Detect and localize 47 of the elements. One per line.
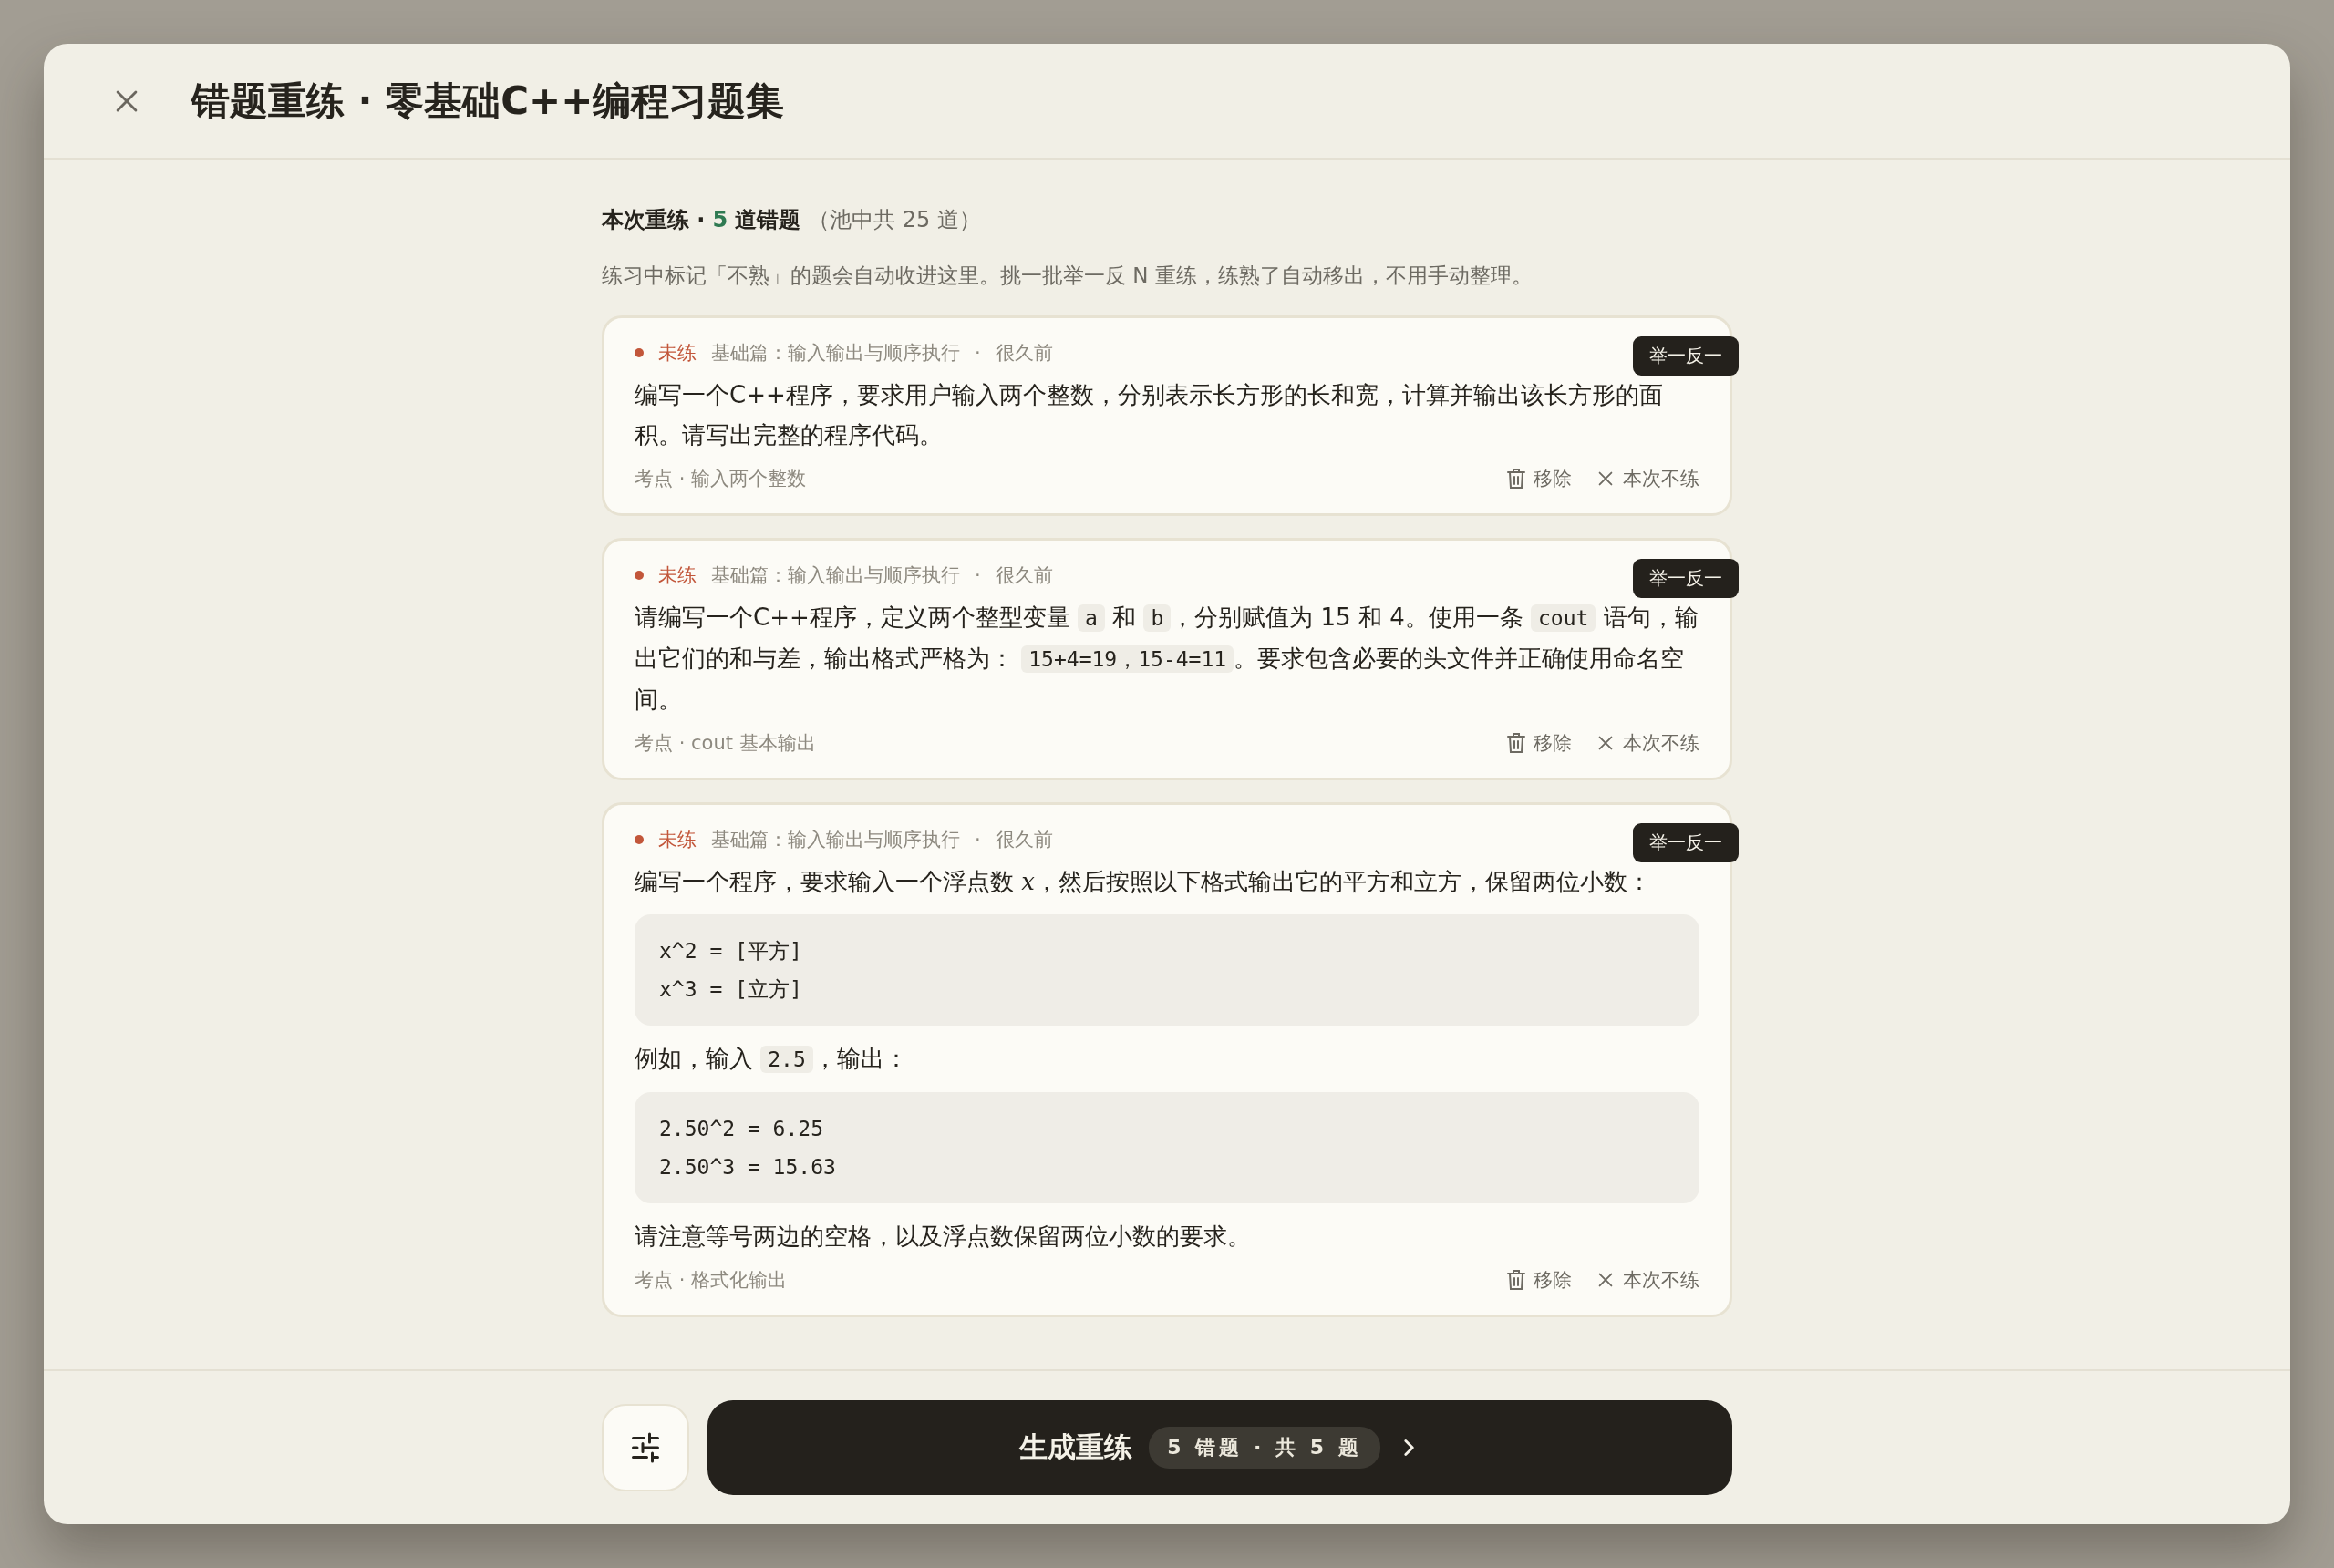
meta-separator: · bbox=[975, 829, 981, 851]
generate-button[interactable]: 生成重练 5 错题 · 共 5 题 bbox=[707, 1400, 1732, 1495]
question-text: 请注意等号两边的空格，以及浮点数保留两位小数的要求。 bbox=[635, 1222, 1252, 1252]
badge: 举一反一 bbox=[1633, 559, 1739, 598]
trash-icon bbox=[1506, 1269, 1526, 1291]
section-name: 基础篇：输入输出与顺序执行 bbox=[711, 563, 960, 588]
section-name: 基础篇：输入输出与顺序执行 bbox=[711, 341, 960, 366]
sliders-icon bbox=[629, 1431, 662, 1464]
skip-button[interactable]: 本次不练 bbox=[1596, 1267, 1699, 1293]
question-text: 请编写一个C++程序，定义两个整型变量 a 和 b ，分别赋值为 15 和 4。使用一条 cout 语句，输出它们的和与差，输出格式严格为： 15+4=19，15-4=11 。要求包含必要的头文件并正确使用命名空间。 bbox=[635, 603, 1699, 715]
time-label: 很久前 bbox=[995, 828, 1053, 852]
remove-button[interactable]: 移除 bbox=[1506, 466, 1572, 491]
remove-button[interactable]: 移除 bbox=[1506, 730, 1572, 756]
question-text: 例如，输入 2.5 ，输出： bbox=[635, 1044, 909, 1075]
description: 练习中标记「不熟」的题会自动收进这里。挑一批举一反 N 重练，练熟了自动移出，不用手动整理。 bbox=[602, 263, 1534, 289]
summary-count: 5 bbox=[712, 207, 728, 232]
status-label: 未练 bbox=[658, 563, 697, 588]
filter-button[interactable] bbox=[602, 1404, 689, 1491]
status-label: 未练 bbox=[658, 341, 697, 366]
meta-separator: · bbox=[975, 564, 981, 586]
section-name: 基础篇：输入输出与顺序执行 bbox=[711, 828, 960, 852]
pool-count: （池中共 25 道） bbox=[808, 206, 981, 234]
time-label: 很久前 bbox=[995, 341, 1053, 366]
count-pill: 5 错题 · 共 5 题 bbox=[1149, 1427, 1380, 1469]
badge: 举一反一 bbox=[1633, 336, 1739, 376]
status-label: 未练 bbox=[658, 828, 697, 852]
time-label: 很久前 bbox=[995, 563, 1053, 588]
topic-label: 考点 · 输入两个整数 bbox=[635, 467, 807, 491]
remove-button[interactable]: 移除 bbox=[1506, 1267, 1572, 1293]
meta-separator: · bbox=[975, 342, 981, 364]
trash-icon bbox=[1506, 732, 1526, 754]
dialog-title: 错题重练 · 零基础C++编程习题集 bbox=[191, 77, 785, 125]
code-block: 2.50^2 = 6.25 2.50^3 = 15.63 bbox=[635, 1092, 1699, 1203]
question-text: 编写一个程序，要求输入一个浮点数 x，然后按照以下格式输出它的平方和立方，保留两位小数： bbox=[635, 867, 1652, 897]
question-text: 编写一个C++程序，要求用户输入两个整数，分别表示长方形的长和宽，计算并输出该长方形的面积。请写出完整的程序代码。 bbox=[635, 380, 1664, 450]
trash-icon bbox=[1506, 468, 1526, 490]
status-dot bbox=[635, 835, 644, 844]
skip-button[interactable]: 本次不练 bbox=[1596, 466, 1699, 491]
status-dot bbox=[635, 571, 644, 580]
topic-label: 考点 · cout 基本输出 bbox=[635, 731, 816, 756]
skip-button[interactable]: 本次不练 bbox=[1596, 730, 1699, 756]
code-block: x^2 = [平方] x^3 = [立方] bbox=[635, 914, 1699, 1026]
badge: 举一反一 bbox=[1633, 823, 1739, 862]
summary-label: 本次重练 · bbox=[602, 206, 706, 234]
status-dot bbox=[635, 348, 644, 357]
summary-unit: 道错题 bbox=[735, 206, 801, 234]
topic-label: 考点 · 格式化输出 bbox=[635, 1268, 788, 1293]
